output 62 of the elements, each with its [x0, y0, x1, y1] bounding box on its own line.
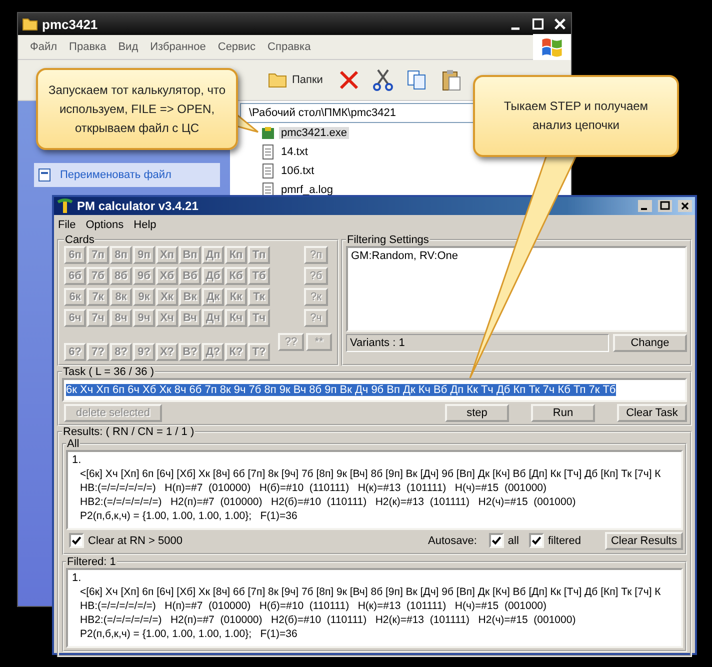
folder-icon	[268, 71, 288, 89]
window-title: PM calculator v3.4.21	[77, 199, 198, 213]
application-icon	[260, 125, 276, 141]
result-line: 1.	[72, 571, 82, 585]
task-button[interactable]: Clear Task	[617, 404, 687, 422]
group-label: Cards	[64, 234, 96, 246]
text-file-icon	[260, 144, 276, 160]
maximize-icon[interactable]	[531, 17, 545, 31]
result-line: <[6к] Хч [Хп] 6п [6ч] [Хб] Хк [8ч] 6б [7п] 8к [9ч] 7б [8п] 9к [Вч] 8б [9п] Вк [Дч] 9б [Вп] Дк [Кч] Вб [Дп] Кк [Тч] Дб [Кп] Тк [7ч] К	[79, 585, 662, 599]
callout: Запускаем тот калькулятор, что используем, FILE => OPEN, открываем файл с ЦС	[36, 68, 238, 150]
file-name[interactable]: pmrf_a.log	[279, 184, 335, 196]
close-icon[interactable]	[678, 200, 692, 212]
maximize-icon[interactable]	[658, 200, 672, 212]
result-line: HB:(=/=/=/=/=/=) H(п)=#7 (010000) H(б)=#10 (110111) H(к)=#13 (101111) H(ч)=#15 (001000)	[79, 599, 548, 613]
windows-logo-icon	[533, 34, 571, 60]
menu-item[interactable]: Правка	[63, 41, 112, 53]
group-label: Filtered: 1	[66, 556, 117, 568]
result-line: 1.	[72, 453, 82, 467]
menu-item[interactable]: Вид	[112, 41, 144, 53]
group-label: All	[66, 438, 80, 450]
result-line: HB:(=/=/=/=/=/=) H(п)=#7 (010000) H(б)=#10 (110111) H(к)=#13 (101111) H(ч)=#15 (001000)	[79, 481, 548, 495]
menu-item[interactable]: Options	[86, 218, 124, 230]
task-button[interactable]: Run	[531, 404, 595, 422]
checkbox[interactable]	[528, 533, 544, 548]
text-file-icon	[260, 163, 276, 179]
result-line: HB2:(=/=/=/=/=/=) H2(п)=#7 (010000) H2(б)=#10 (110111) H2(к)=#13 (101111) H2(ч)=#15 (001000)	[79, 613, 577, 627]
folder-icon	[22, 16, 38, 32]
checkbox-label: all	[508, 534, 519, 546]
close-icon[interactable]	[553, 17, 567, 31]
filter-text: GM:Random, RV:One	[346, 246, 687, 332]
checkbox-label: filtered	[548, 534, 581, 546]
file-name[interactable]: pmc3421.exe	[279, 127, 350, 139]
checkbox-label: Clear at RN > 5000	[88, 534, 182, 546]
menu-item[interactable]: Избранное	[144, 41, 212, 53]
file-name[interactable]: 10б.txt	[279, 165, 316, 177]
file-name[interactable]: 14.txt	[279, 146, 310, 158]
checkbox[interactable]	[488, 533, 504, 548]
group-label: Task ( L = 36 / 36 )	[62, 366, 155, 378]
app-icon	[57, 198, 73, 214]
result-line: HB2:(=/=/=/=/=/=) H2(п)=#7 (010000) H2(б)=#10 (110111) H2(к)=#13 (101111) H2(ч)=#15 (001000)	[79, 495, 577, 509]
callout: Тыкаем STEP и получаем анализ цепочки	[473, 75, 679, 157]
result-line: P2(п,б,к,ч) = {1.00, 1.00, 1.00, 1.00}; F(1)=36	[79, 509, 298, 523]
task-field[interactable]: 6к Хч Хп 6п 6ч Хб Хк 8ч 6б 7п 8к 9ч 7б 8п 9к Вч 8б 9п Вк Дч 9б Вп Дк Кч Вб Дп Кк Тч Дб Кп Тк 7ч Кб Тп 7к Тб	[62, 378, 687, 402]
task-button[interactable]: step	[445, 404, 509, 422]
clear-results-button[interactable]: Clear Results	[604, 532, 683, 550]
group-label: Filtering Settings	[346, 234, 430, 246]
menu-item[interactable]: Файл	[24, 41, 64, 53]
change-button[interactable]: Change	[613, 334, 687, 352]
autosave-label: Autosave:	[428, 534, 477, 546]
variants-count: Variants : 1	[346, 334, 609, 352]
menu-item[interactable]: Справка	[262, 41, 317, 53]
minimize-icon[interactable]	[638, 200, 652, 212]
scissors-icon[interactable]	[370, 68, 395, 92]
checkbox[interactable]	[69, 533, 84, 548]
result-line: <[6к] Хч [Хп] 6п [6ч] [Хб] Хк [8ч] 6б [7п] 8к [9ч] 7б [8п] 9к [Вч] 8б [9п] Вк [Дч] 9б [Вп] Дк [Кч] Вб [Дп] Кк [Тч] Дб [Кп] Тк [7ч] К	[79, 467, 662, 481]
menu-item[interactable]: Сервис	[212, 41, 262, 53]
result-line: P2(п,б,к,ч) = {1.00, 1.00, 1.00, 1.00}; F(1)=36	[79, 627, 298, 641]
folders-button[interactable]: Папки	[264, 69, 327, 91]
menu-item[interactable]: File	[58, 218, 76, 230]
menu-item[interactable]: Help	[134, 218, 156, 230]
window-title: pmc3421	[42, 16, 98, 32]
group-label: Results: ( RN / CN = 1 / 1 )	[62, 426, 196, 438]
